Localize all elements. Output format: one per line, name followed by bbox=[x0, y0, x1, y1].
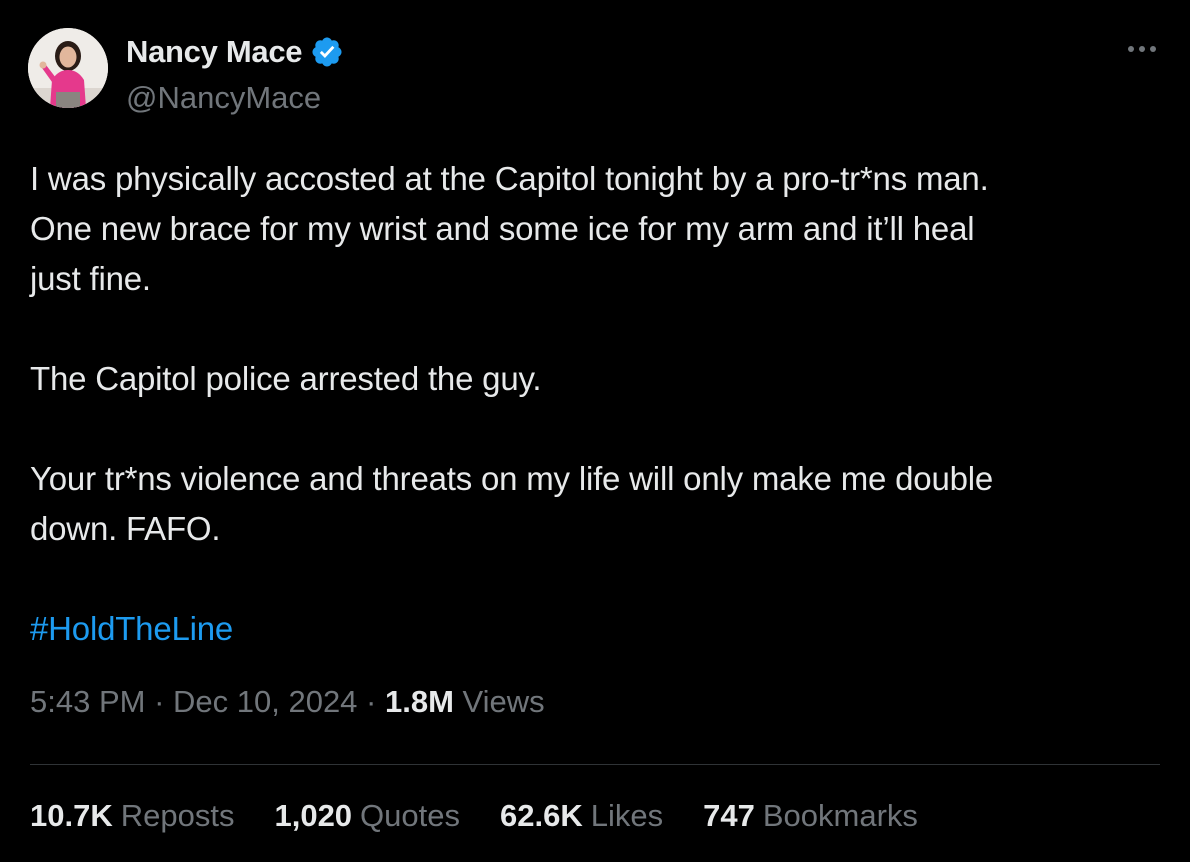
views-count: 1.8M bbox=[385, 684, 454, 719]
bookmarks-label: Bookmarks bbox=[762, 798, 918, 833]
hashtag-link[interactable]: #HoldTheLine bbox=[30, 610, 233, 647]
divider bbox=[30, 764, 1160, 765]
tweet-detail: Nancy Mace @NancyMace I was physically a… bbox=[0, 0, 1190, 862]
verified-badge-icon[interactable] bbox=[310, 35, 344, 69]
meta-separator: · bbox=[357, 684, 385, 719]
bookmarks-stat[interactable]: 747 Bookmarks bbox=[703, 798, 918, 834]
quotes-label: Quotes bbox=[360, 798, 460, 833]
more-dot bbox=[1139, 46, 1145, 52]
reposts-count: 10.7K bbox=[30, 798, 113, 833]
tweet-paragraph: Your tr*ns violence and threats on my li… bbox=[30, 460, 994, 547]
tweet-paragraph: The Capitol police arrested the guy. bbox=[30, 360, 542, 397]
profile-photo bbox=[28, 28, 108, 108]
avatar[interactable] bbox=[28, 28, 108, 108]
engagement-stats: 10.7K Reposts 1,020 Quotes 62.6K Likes 747 B… bbox=[30, 798, 958, 834]
tweet-text: I was physically accosted at the Capitol… bbox=[30, 154, 1140, 654]
tweet-date[interactable]: Dec 10, 2024 bbox=[173, 684, 357, 719]
views-label: Views bbox=[462, 684, 545, 719]
bookmarks-count: 747 bbox=[703, 798, 755, 833]
author-display-name[interactable]: Nancy Mace bbox=[126, 34, 303, 70]
tweet-meta: 5:43 PM · Dec 10, 2024 · 1.8M Views bbox=[30, 684, 545, 720]
more-dot bbox=[1150, 46, 1156, 52]
more-options-icon[interactable] bbox=[1122, 34, 1162, 64]
likes-label: Likes bbox=[590, 798, 664, 833]
quotes-count: 1,020 bbox=[274, 798, 353, 833]
tweet-hashtag-line: #HoldTheLine bbox=[30, 604, 1140, 654]
reposts-stat[interactable]: 10.7K Reposts bbox=[30, 798, 234, 834]
author-handle[interactable]: @NancyMace bbox=[126, 80, 321, 116]
reposts-label: Reposts bbox=[120, 798, 235, 833]
quotes-stat[interactable]: 1,020 Quotes bbox=[274, 798, 460, 834]
likes-stat[interactable]: 62.6K Likes bbox=[500, 798, 663, 834]
tweet-time[interactable]: 5:43 PM bbox=[30, 684, 145, 719]
likes-count: 62.6K bbox=[500, 798, 583, 833]
tweet-paragraph: I was physically accosted at the Capitol… bbox=[30, 160, 989, 297]
more-dot bbox=[1128, 46, 1134, 52]
author-name-row: Nancy Mace bbox=[126, 32, 344, 72]
meta-separator: · bbox=[145, 684, 174, 719]
